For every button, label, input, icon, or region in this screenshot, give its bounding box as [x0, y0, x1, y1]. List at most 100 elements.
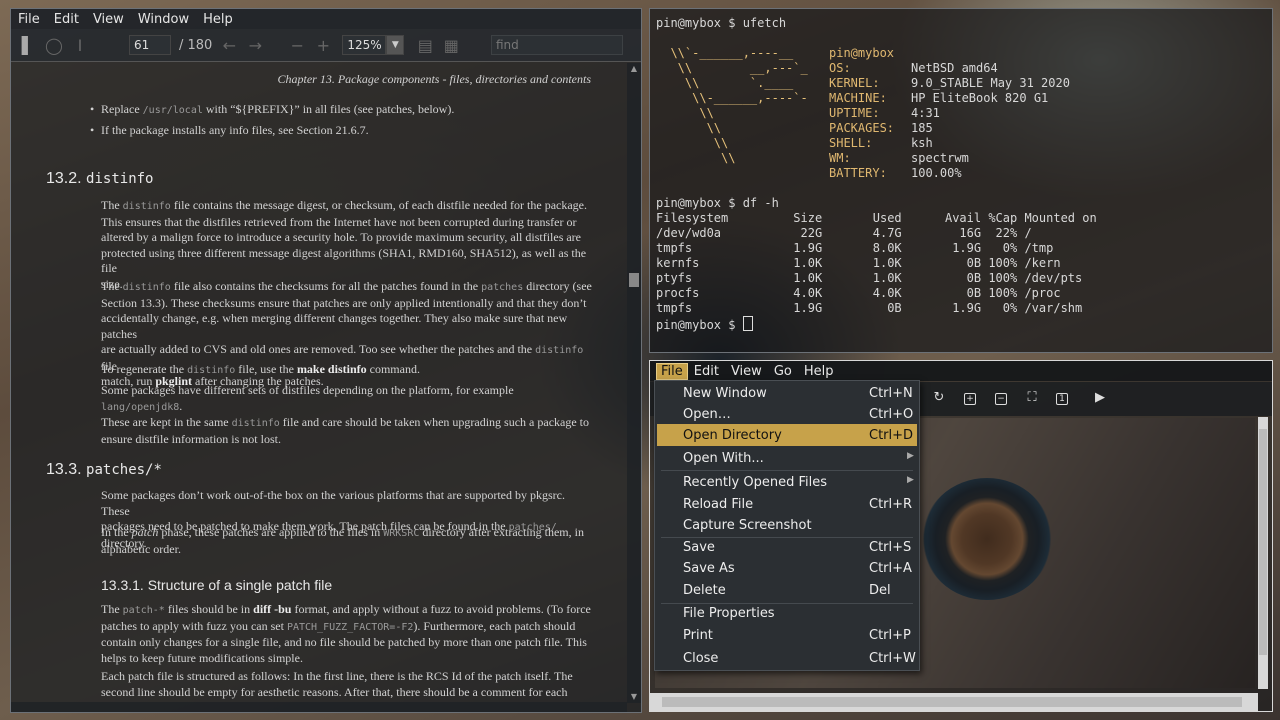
- paragraph: Each patch file is structured as follows…: [101, 669, 573, 703]
- scroll-thumb[interactable]: [662, 697, 1242, 707]
- menu-item-capture-screenshot[interactable]: Capture Screenshot: [657, 514, 917, 536]
- text-cursor-icon[interactable]: I: [71, 36, 89, 55]
- df-row: tmpfs 1.9G 0B 1.9G 0% /var/shm: [656, 301, 1083, 315]
- paragraph: The distinfo file contains the message d…: [101, 198, 588, 291]
- viewer-menubar: File Edit View Go Help: [650, 361, 1272, 381]
- menu-file[interactable]: File: [656, 362, 688, 380]
- menu-help[interactable]: Help: [196, 12, 240, 27]
- df-row: tmpfs 1.9G 8.0K 1.9G 0% /tmp: [656, 241, 1054, 255]
- menu-help[interactable]: Help: [798, 364, 840, 379]
- paragraph: To regenerate the distinfo file, use the…: [101, 362, 420, 376]
- terminal-prompt: pin@mybox $ ufetch: [656, 16, 787, 30]
- menu-item-close[interactable]: Close Ctrl+W: [657, 647, 917, 669]
- ufetch-value: ksh: [911, 136, 933, 150]
- menu-view[interactable]: View: [725, 364, 768, 379]
- pdf-viewer-window: File Edit View Window Help ▌ ◯ I 61 / 18…: [10, 8, 642, 713]
- zoom-out-icon[interactable]: −: [995, 393, 1007, 405]
- chevron-down-icon[interactable]: ▼: [386, 35, 405, 55]
- fit-width-icon[interactable]: ▤: [416, 36, 434, 55]
- pdf-menubar: File Edit View Window Help: [11, 9, 641, 29]
- submenu-arrow-icon: ▶: [907, 451, 914, 461]
- ufetch-key: KERNEL:: [829, 76, 880, 90]
- ufetch-value: 185: [911, 121, 933, 135]
- vertical-scrollbar[interactable]: ▲ ▼: [627, 63, 641, 703]
- scroll-down-icon[interactable]: ▼: [627, 691, 641, 703]
- find-input[interactable]: find: [491, 35, 623, 55]
- ufetch-value: NetBSD amd64: [911, 61, 998, 75]
- subsection-heading: 13.3.1. Structure of a single patch file: [101, 577, 333, 593]
- original-size-icon[interactable]: 1: [1056, 393, 1068, 405]
- menu-item-recently-opened[interactable]: Recently Opened Files ▶: [657, 471, 917, 493]
- terminal-prompt: pin@mybox $ df -h: [656, 196, 779, 210]
- df-row: /dev/wd0a 22G 4.7G 16G 22% /: [656, 226, 1032, 240]
- ascii-logo-line: \\ __,---`_: [656, 61, 808, 75]
- ufetch-key: SHELL:: [829, 136, 873, 150]
- fit-page-icon[interactable]: ▦: [442, 36, 460, 55]
- menu-window[interactable]: Window: [131, 12, 196, 27]
- ascii-logo-line: \\ `.____: [656, 76, 794, 90]
- ascii-logo-line: \\: [656, 106, 714, 120]
- paragraph: Some packages have different sets of dis…: [101, 383, 590, 446]
- ufetch-key: MACHINE:: [829, 91, 887, 105]
- menu-item-save-as[interactable]: Save As Ctrl+A: [657, 557, 917, 579]
- zoom-select[interactable]: 125%: [342, 35, 387, 55]
- ufetch-key: UPTIME:: [829, 106, 880, 120]
- menu-item-open-directory[interactable]: Open Directory Ctrl+D: [657, 424, 917, 446]
- pdf-toolbar: ▌ ◯ I 61 / 180 ← → − + 125% ▼ ▤ ▦ find: [11, 29, 641, 62]
- ufetch-key: WM:: [829, 151, 851, 165]
- chapter-header: Chapter 13. Package components - files, …: [277, 72, 592, 86]
- scroll-thumb[interactable]: [629, 273, 639, 287]
- zoom-in-icon[interactable]: +: [964, 393, 976, 405]
- page-total: / 180: [179, 37, 213, 53]
- df-row: ptyfs 1.0K 1.0K 0B 100% /dev/pts: [656, 271, 1083, 285]
- df-header: Filesystem Size Used Avail %Cap Mounted …: [656, 211, 1097, 225]
- scroll-thumb[interactable]: [1259, 429, 1267, 655]
- ascii-logo-line: \\-______,----`-: [656, 91, 808, 105]
- section-heading-distinfo: 13.2. distinfo: [46, 170, 154, 187]
- menu-item-open[interactable]: Open… Ctrl+O: [657, 403, 917, 425]
- paragraph: The patch-* files should be in diff -bu …: [101, 602, 591, 665]
- slideshow-play-icon[interactable]: ▶: [1093, 391, 1107, 405]
- terminal-window[interactable]: pin@mybox $ ufetch \\`-______,----__ \\ …: [649, 8, 1273, 353]
- vertical-scrollbar[interactable]: [1258, 417, 1268, 689]
- list-item: Replace /usr/local with “${PREFIX}” in a…: [90, 102, 454, 119]
- rotate-icon[interactable]: ↻: [932, 391, 946, 405]
- fullscreen-icon[interactable]: ⛶: [1025, 391, 1039, 405]
- menu-item-file-properties[interactable]: File Properties: [657, 602, 917, 624]
- submenu-arrow-icon: ▶: [907, 475, 914, 485]
- terminal-cursor: [742, 316, 753, 331]
- menu-item-print[interactable]: Print Ctrl+P: [657, 624, 917, 646]
- page-number-input[interactable]: 61: [129, 35, 171, 55]
- section-heading-patches: 13.3. patches/*: [46, 461, 162, 478]
- prev-page-icon[interactable]: ←: [220, 36, 238, 55]
- zoom-in-icon[interactable]: +: [314, 36, 332, 55]
- menu-item-reload[interactable]: Reload File Ctrl+R: [657, 493, 917, 515]
- next-page-icon[interactable]: →: [246, 36, 264, 55]
- file-menu-dropdown: New Window Ctrl+N Open… Ctrl+O Open Direct…: [654, 380, 920, 671]
- ascii-logo-line: \\: [656, 136, 729, 150]
- ufetch-value: 100.00%: [911, 166, 962, 180]
- df-row: kernfs 1.0K 1.0K 0B 100% /kern: [656, 256, 1061, 270]
- ascii-logo-line: \\: [656, 121, 722, 135]
- menu-item-new-window[interactable]: New Window Ctrl+N: [657, 382, 917, 404]
- list-item: If the package installs any info files, …: [90, 123, 369, 139]
- zoom-out-icon[interactable]: −: [288, 36, 306, 55]
- menu-file[interactable]: File: [11, 12, 47, 27]
- menu-edit[interactable]: Edit: [47, 12, 86, 27]
- scroll-up-icon[interactable]: ▲: [627, 63, 641, 75]
- ufetch-user: pin@mybox: [829, 46, 895, 60]
- menu-item-save[interactable]: Save Ctrl+S: [657, 536, 917, 558]
- ufetch-value: 4:31: [911, 106, 940, 120]
- horizontal-scrollbar[interactable]: [650, 693, 1258, 711]
- ufetch-key: BATTERY:: [829, 166, 887, 180]
- menu-item-open-with[interactable]: Open With... ▶: [657, 447, 917, 469]
- menu-view[interactable]: View: [86, 12, 131, 27]
- menu-edit[interactable]: Edit: [688, 364, 725, 379]
- menu-item-delete[interactable]: Delete Del: [657, 579, 917, 601]
- menu-go[interactable]: Go: [768, 364, 798, 379]
- horizontal-scrollbar[interactable]: [11, 702, 627, 712]
- pdf-page: Chapter 13. Package components - files, …: [12, 63, 626, 703]
- sidebar-toggle-icon[interactable]: ▌: [19, 36, 37, 55]
- terminal-input-line[interactable]: pin@mybox $: [656, 316, 753, 333]
- rotate-icon[interactable]: ◯: [45, 36, 63, 55]
